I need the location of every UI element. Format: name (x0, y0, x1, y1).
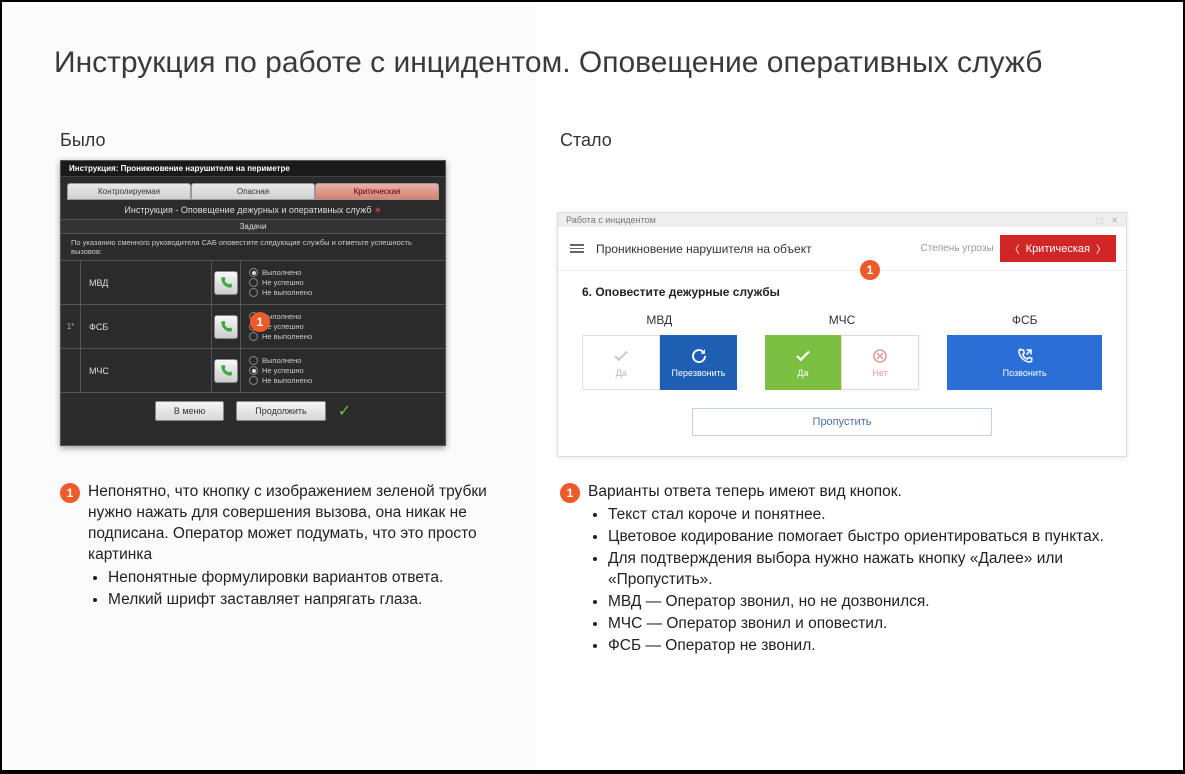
service-mvd: МВД Да Перезвонить (582, 313, 737, 390)
tab-critical[interactable]: Критическая (315, 183, 439, 200)
chevron-right-icon: 〉 (1096, 241, 1106, 256)
service-mchs: МЧС Да Нет (765, 313, 920, 390)
call-button[interactable] (214, 359, 238, 383)
service-name: МВД (646, 313, 672, 327)
page-title: Инструкция по работе с инцидентом. Опове… (54, 46, 1042, 80)
note-bullet: МЧС — Оператор звонил и оповестил. (608, 614, 1120, 635)
cancel-icon (871, 347, 889, 365)
check-icon (612, 347, 630, 365)
note-bullet: ФСБ — Оператор не звонил. (608, 636, 1120, 657)
annotation-badge-1: 1 (860, 260, 880, 280)
note-bullet: Непонятные формулировки вариантов ответа… (108, 568, 500, 589)
radio-done[interactable]: Выполнено (249, 268, 445, 277)
continue-button[interactable]: Продолжить (236, 401, 325, 421)
notes-after: 1 Варианты ответа теперь имеют вид кнопо… (560, 482, 1120, 657)
close-icon[interactable]: ✕ (1111, 216, 1118, 225)
before-row-name: МЧС (81, 349, 211, 392)
note-badge: 1 (60, 483, 80, 503)
note-first: Варианты ответа теперь имеют вид кнопок. (588, 482, 902, 503)
tab-dangerous[interactable]: Опасная (191, 183, 315, 200)
after-header-title: Проникновение нарушителя на объект (596, 242, 812, 256)
yes-button-active[interactable]: Да (765, 335, 841, 390)
radio-done[interactable]: Выполнено (249, 312, 445, 321)
note-bullet: Мелкий шрифт заставляет напрягать глаза. (108, 590, 500, 611)
yes-button-disabled[interactable]: Да (582, 335, 660, 390)
threat-label: Степень угрозы (920, 243, 993, 254)
skip-button[interactable]: Пропустить (692, 408, 992, 436)
before-mock: Инструкция: Проникновение нарушителя на … (60, 160, 446, 446)
retry-button[interactable]: Перезвонить (660, 335, 736, 390)
label-after: Стало (560, 130, 612, 151)
check-icon: ✓ (338, 401, 351, 421)
before-subtitle: Инструкция - Оповещение дежурных и опера… (61, 200, 445, 219)
annotation-badge-1: 1 (250, 312, 270, 332)
note-badge: 1 (560, 483, 580, 503)
radio-not-done[interactable]: Не выполнено (249, 288, 445, 297)
note-first: Непонятно, что кнопку с изображением зел… (88, 482, 500, 566)
before-tasks-header: Задачи (61, 219, 445, 234)
call-button[interactable]: Позвонить (947, 335, 1102, 390)
menu-icon[interactable] (570, 244, 584, 253)
radio-not-done[interactable]: Не выполнено (249, 376, 445, 385)
tab-controlled[interactable]: Контролируемая (67, 183, 191, 200)
radio-done[interactable]: Выполнено (249, 356, 445, 365)
menu-button[interactable]: В меню (155, 401, 224, 421)
radio-not-done[interactable]: Не выполнено (249, 332, 445, 341)
threat-level[interactable]: 〈 Критическая 〉 (1000, 235, 1116, 262)
note-bullet: Для подтверждения выбора нужно нажать кн… (608, 549, 1120, 591)
chevron-left-icon: 〈 (1010, 241, 1020, 256)
phone-icon (219, 364, 233, 378)
star-icon: ✶ (374, 205, 382, 215)
after-mock: Работа с инцидентом ⬚ ✕ Проникновение на… (557, 212, 1127, 457)
service-fsb: ФСБ Позвонить (947, 313, 1102, 390)
check-icon (794, 347, 812, 365)
step-title: 6. Оповестите дежурные службы (582, 285, 1102, 299)
notes-before: 1 Непонятно, что кнопку с изображением з… (60, 482, 500, 612)
before-row-name: МВД (81, 261, 211, 304)
note-bullet: Текст стал короче и понятнее. (608, 505, 1120, 526)
note-bullet: Цветовое кодирование помогает быстро ори… (608, 527, 1120, 548)
after-app-title: Работа с инцидентом (566, 215, 656, 225)
call-button[interactable] (214, 271, 238, 295)
radio-fail[interactable]: Не успешно (249, 322, 445, 331)
service-name: ФСБ (1012, 313, 1038, 327)
before-row-mchs: МЧС Выполнено Не успешно Не выполнено (61, 349, 445, 393)
radio-fail[interactable]: Не успешно (249, 278, 445, 287)
phone-icon (219, 320, 233, 334)
retry-icon (690, 347, 708, 365)
before-row-mvd: МВД Выполнено Не успешно Не выполнено (61, 261, 445, 305)
expand-icon[interactable]: ⬚ (1096, 216, 1104, 225)
phone-icon (219, 276, 233, 290)
call-button[interactable] (214, 315, 238, 339)
note-bullet: МВД — Оператор звонил, но не дозвонился. (608, 592, 1120, 613)
label-before: Было (60, 130, 105, 151)
radio-fail[interactable]: Не успешно (249, 366, 445, 375)
before-row-name: ФСБ (81, 305, 211, 348)
service-name: МЧС (829, 313, 856, 327)
phone-outgoing-icon (1016, 347, 1034, 365)
no-button-disabled[interactable]: Нет (841, 335, 919, 390)
before-task-desc: По указанию сменного руководителя САБ оп… (61, 234, 445, 261)
before-window-title: Инструкция: Проникновение нарушителя на … (61, 161, 445, 177)
